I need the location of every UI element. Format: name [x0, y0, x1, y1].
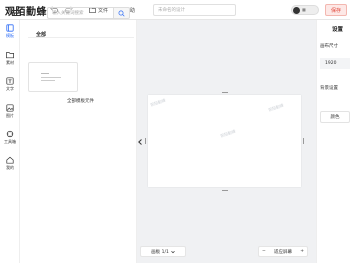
template-panel — [20, 20, 137, 263]
settings-title: 设置 — [332, 27, 344, 33]
design-title-input[interactable]: 未命名的设计 — [153, 4, 236, 16]
nav-item-image[interactable]: 图片 — [0, 100, 20, 122]
nav-item-mine[interactable]: 我的 — [0, 152, 20, 174]
watermark: 观陌勤蜂 — [219, 128, 237, 139]
template-thumbnail[interactable] — [28, 62, 78, 92]
image-icon — [6, 103, 14, 112]
mode-toggle[interactable]: ■ — [291, 5, 319, 15]
nav-label: 我的 — [6, 164, 14, 170]
nav-item-toolbox[interactable]: 工具箱 — [0, 126, 20, 148]
zoom-fit-label[interactable]: 适应屏幕 — [274, 249, 292, 255]
canvas-resize-handle-right[interactable] — [303, 138, 304, 144]
page-indicator[interactable]: 画板 1/1 — [140, 246, 186, 257]
page-label: 画板 1/1 — [151, 249, 169, 255]
canvas-size-label: 画布尺寸 — [320, 44, 338, 49]
nav-label: 图片 — [6, 112, 14, 118]
background-color-button[interactable]: 颜色 — [320, 111, 350, 123]
nav-item-material[interactable]: 素材 — [0, 47, 20, 69]
home-icon — [6, 156, 14, 164]
nav-item-text[interactable]: 文字 — [0, 73, 20, 95]
section-divider — [28, 37, 134, 38]
nav-label: 工具箱 — [4, 138, 16, 144]
nav-label: 文字 — [6, 85, 14, 91]
zoom-in-button[interactable]: + — [300, 249, 304, 254]
zoom-out-button[interactable]: − — [262, 249, 266, 254]
canvas-width-input[interactable]: 1920 — [320, 58, 350, 69]
thumb-line — [41, 77, 61, 78]
template-caption: 全部模板元件 — [67, 99, 94, 104]
toggle-knob — [293, 7, 300, 14]
menu-icon[interactable] — [12, 10, 20, 16]
zoom-control: − 适应屏幕 + — [258, 246, 308, 257]
chevron-down-icon — [171, 250, 175, 253]
search-input[interactable]: 输入关键词搜索 — [47, 7, 113, 19]
canvas-resize-handle-bottom[interactable] — [222, 190, 228, 191]
search-icon — [118, 10, 125, 17]
template-icon — [6, 23, 14, 32]
thumb-line — [41, 80, 55, 81]
toolbox-icon — [6, 130, 14, 137]
design-canvas[interactable]: 观陌勤蜂 观陌勤蜂 — [148, 95, 301, 187]
thumb-line — [41, 73, 49, 74]
canvas-resize-handle-top[interactable] — [222, 92, 228, 93]
nav-label: 模板 — [6, 32, 14, 38]
nav-item-template[interactable]: 模板 — [0, 20, 20, 42]
toggle-label: ■ — [302, 7, 306, 12]
chevron-left-icon — [138, 139, 142, 145]
save-button[interactable]: 保存 — [325, 4, 347, 16]
background-label: 背景设置 — [320, 86, 338, 91]
search-button[interactable] — [113, 7, 130, 19]
left-nav: 模板 素材 文字 图片 工具箱 我的 — [0, 20, 20, 263]
collapse-panel-button[interactable] — [137, 137, 143, 147]
canvas-resize-handle-left[interactable] — [145, 138, 146, 144]
nav-label: 素材 — [6, 59, 14, 65]
text-icon — [6, 76, 14, 85]
material-icon — [6, 51, 14, 58]
watermark: 观陌勤蜂 — [267, 102, 285, 113]
settings-panel — [316, 20, 350, 263]
